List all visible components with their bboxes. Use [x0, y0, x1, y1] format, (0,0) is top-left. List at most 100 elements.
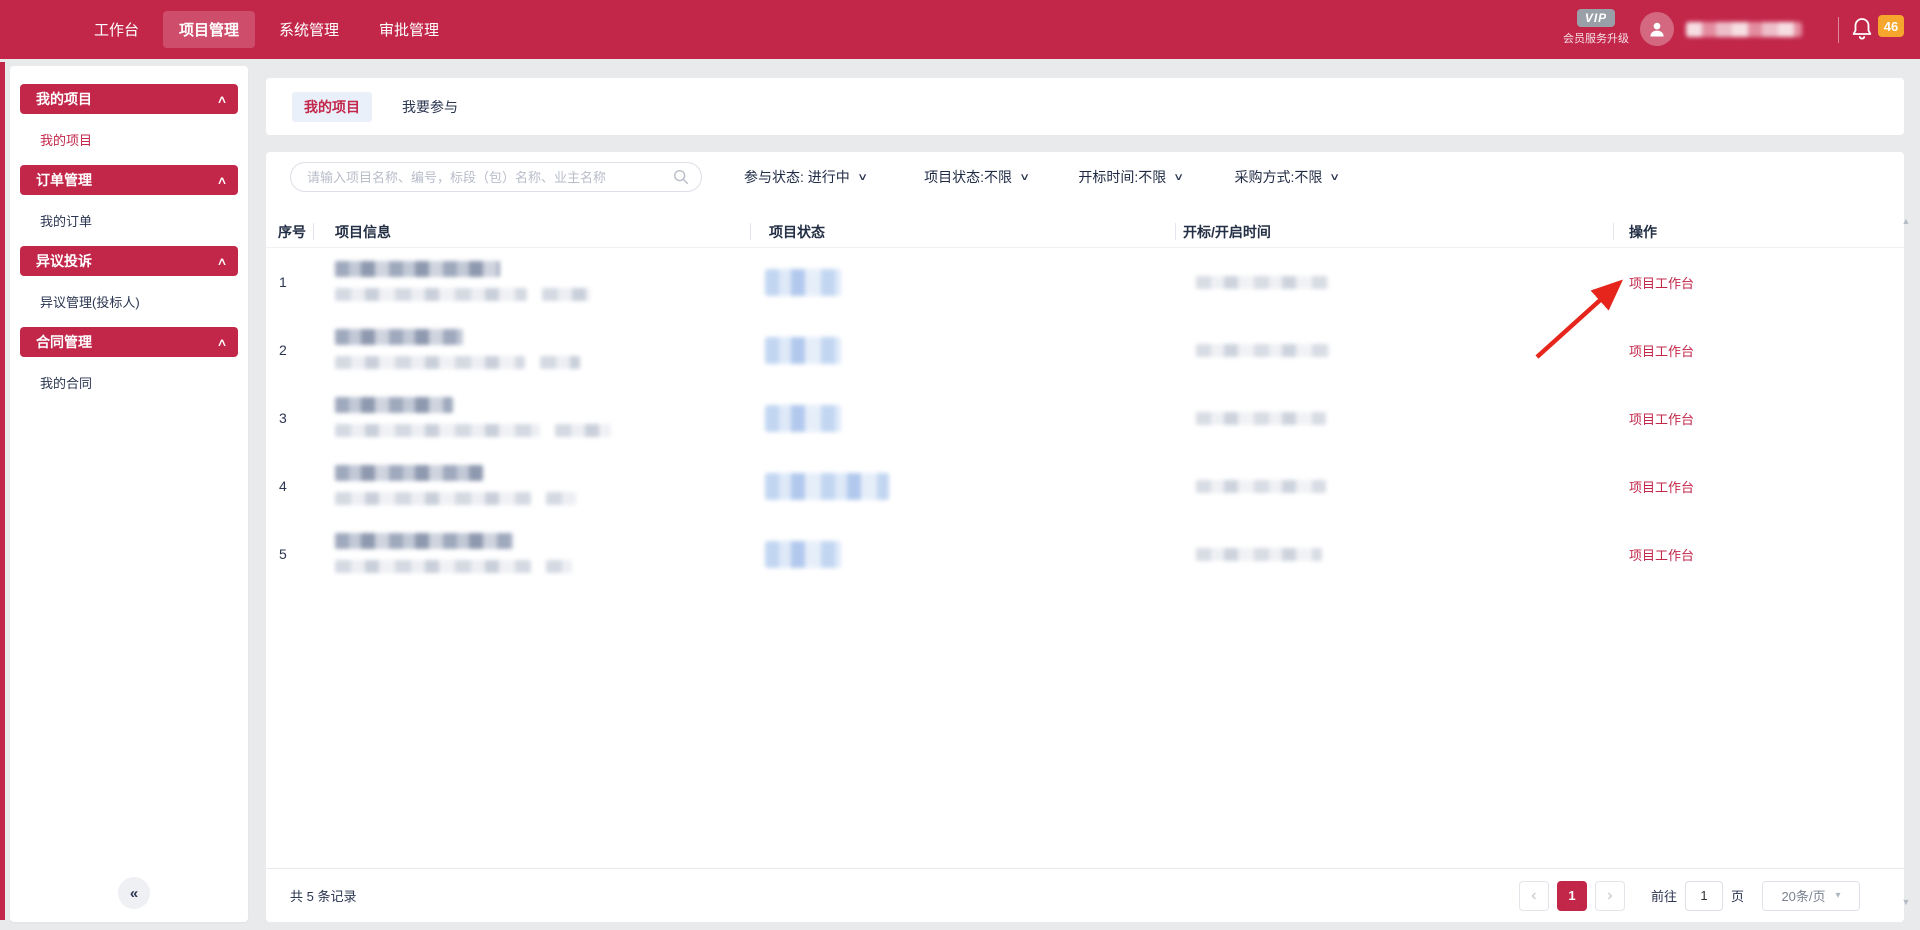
collapse-icon: « — [130, 885, 138, 902]
column-divider — [1613, 223, 1614, 240]
filter-procurement-method[interactable]: 采购方式:不限 ∨ — [1235, 167, 1339, 187]
redacted-text — [335, 465, 483, 481]
status-badge-redacted — [765, 337, 841, 364]
filter-toolbar: 参与状态: 进行中 ∨ 项目状态:不限 ∨ 开标时间:不限 ∨ 采购方式:不限 … — [290, 162, 1339, 192]
left-accent-strip — [0, 62, 5, 920]
notification-count-badge[interactable]: 46 — [1878, 15, 1904, 37]
tabs-bar: 我的项目 我要参与 — [266, 78, 1904, 135]
redacted-text — [540, 356, 580, 369]
username-redacted — [1686, 22, 1802, 37]
top-navbar: 工作台 项目管理 系统管理 审批管理 VIP 会员服务升级 46 — [0, 0, 1920, 59]
nav-item-workbench[interactable]: 工作台 — [78, 11, 155, 48]
search-box — [290, 162, 702, 192]
redacted-text — [335, 261, 500, 277]
redacted-text — [335, 424, 540, 437]
tab-my-projects[interactable]: 我的项目 — [292, 92, 372, 122]
filter-label: 开标时间:不限 — [1078, 167, 1166, 187]
nav-item-approval-management[interactable]: 审批管理 — [363, 11, 455, 48]
user-avatar[interactable] — [1640, 12, 1674, 46]
column-divider — [1175, 223, 1176, 240]
sidebar-item-my-projects[interactable]: 我的项目 — [20, 114, 238, 165]
section-title: 合同管理 — [36, 332, 92, 352]
scrollbar-down-arrow[interactable]: ▼ — [1898, 897, 1914, 907]
goto-unit-label: 页 — [1731, 886, 1744, 905]
project-workbench-link[interactable]: 项目工作台 — [1629, 384, 1694, 452]
page-size-value: 20条/页 — [1781, 886, 1825, 905]
notification-bell-icon[interactable] — [1850, 16, 1874, 42]
project-workbench-link[interactable]: 项目工作台 — [1629, 248, 1694, 316]
table-footer: 共 5 条记录 ‹ 1 › 前往 页 20条/页 ▾ — [266, 868, 1904, 922]
chevron-down-icon: ∨ — [857, 172, 868, 183]
search-input[interactable] — [290, 162, 702, 192]
redacted-text — [546, 560, 572, 573]
chevron-up-icon: ∧ — [216, 336, 227, 349]
column-divider — [750, 223, 751, 240]
table-row: 4 项目工作台 — [266, 452, 1904, 520]
page-size-select[interactable]: 20条/页 ▾ — [1762, 881, 1860, 911]
column-header-open-time: 开标/开启时间 — [1183, 215, 1271, 248]
chevron-down-icon: ∨ — [1330, 172, 1341, 183]
sidebar-section-objection-complaint[interactable]: 异议投诉 ∧ — [20, 246, 238, 276]
goto-page-input[interactable] — [1685, 881, 1723, 911]
project-workbench-link[interactable]: 项目工作台 — [1629, 452, 1694, 520]
chevron-left-icon: ‹ — [1531, 887, 1536, 905]
nav-item-project-management[interactable]: 项目管理 — [163, 11, 255, 48]
project-workbench-link[interactable]: 项目工作台 — [1629, 520, 1694, 588]
page-number-button[interactable]: 1 — [1557, 881, 1587, 911]
table-header: 序号 项目信息 项目状态 开标/开启时间 操作 — [266, 215, 1904, 248]
filter-participation-status[interactable]: 参与状态: 进行中 ∨ — [744, 167, 866, 187]
redacted-text — [335, 288, 527, 301]
filter-project-status[interactable]: 项目状态:不限 ∨ — [924, 167, 1028, 187]
table-row: 2 项目工作台 — [266, 316, 1904, 384]
project-workbench-link[interactable]: 项目工作台 — [1629, 316, 1694, 384]
section-title: 订单管理 — [36, 170, 92, 190]
project-info-redacted — [335, 533, 572, 573]
redacted-text — [542, 288, 590, 301]
sidebar-item-objection-management[interactable]: 异议管理(投标人) — [20, 276, 238, 327]
section-title: 异议投诉 — [36, 251, 92, 271]
filter-label: 参与状态: 进行中 — [744, 167, 850, 187]
open-time-redacted — [1196, 276, 1328, 289]
vip-upgrade[interactable]: VIP 会员服务升级 — [1558, 9, 1634, 46]
redacted-text — [335, 356, 525, 369]
chevron-up-icon: ∧ — [216, 255, 227, 268]
redacted-text — [335, 492, 531, 505]
chevron-down-icon: ∨ — [1019, 172, 1030, 183]
vip-caption: 会员服务升级 — [1558, 30, 1634, 46]
topbar-divider — [1838, 17, 1839, 43]
status-badge-redacted — [765, 473, 889, 500]
chevron-right-icon: › — [1607, 887, 1612, 905]
next-page-button[interactable]: › — [1595, 881, 1625, 911]
sidebar-section-order-management[interactable]: 订单管理 ∧ — [20, 165, 238, 195]
sidebar-section-my-projects[interactable]: 我的项目 ∧ — [20, 84, 238, 114]
records-total: 共 5 条记录 — [290, 886, 356, 905]
redacted-text — [546, 492, 576, 505]
sidebar: 我的项目 ∧ 我的项目 订单管理 ∧ 我的订单 异议投诉 ∧ 异议管理(投标人)… — [10, 66, 248, 922]
chevron-down-icon: ∨ — [1173, 172, 1184, 183]
scrollbar-up-arrow[interactable]: ▲ — [1898, 216, 1914, 226]
open-time-redacted — [1196, 480, 1326, 493]
filter-label: 项目状态:不限 — [924, 167, 1012, 187]
status-badge-redacted — [765, 541, 841, 568]
column-header-project-info: 项目信息 — [335, 215, 391, 248]
project-info-redacted — [335, 465, 576, 505]
project-info-redacted — [335, 261, 590, 301]
chevron-up-icon: ∧ — [216, 93, 227, 106]
row-index: 4 — [279, 452, 287, 520]
tab-want-to-participate[interactable]: 我要参与 — [390, 92, 470, 122]
sidebar-item-my-orders[interactable]: 我的订单 — [20, 195, 238, 246]
project-info-redacted — [335, 397, 611, 437]
open-time-redacted — [1196, 548, 1322, 561]
sidebar-item-my-contracts[interactable]: 我的合同 — [20, 357, 238, 408]
caret-down-icon: ▾ — [1836, 890, 1841, 901]
sidebar-collapse-button[interactable]: « — [118, 877, 150, 909]
status-badge-redacted — [765, 269, 841, 296]
filter-label: 采购方式:不限 — [1235, 167, 1323, 187]
nav-item-system-management[interactable]: 系统管理 — [263, 11, 355, 48]
search-icon[interactable] — [672, 168, 690, 186]
filter-bid-opening-time[interactable]: 开标时间:不限 ∨ — [1078, 167, 1182, 187]
sidebar-section-contract-management[interactable]: 合同管理 ∧ — [20, 327, 238, 357]
prev-page-button[interactable]: ‹ — [1519, 881, 1549, 911]
redacted-text — [555, 424, 611, 437]
main-nav: 工作台 项目管理 系统管理 审批管理 — [78, 0, 455, 59]
